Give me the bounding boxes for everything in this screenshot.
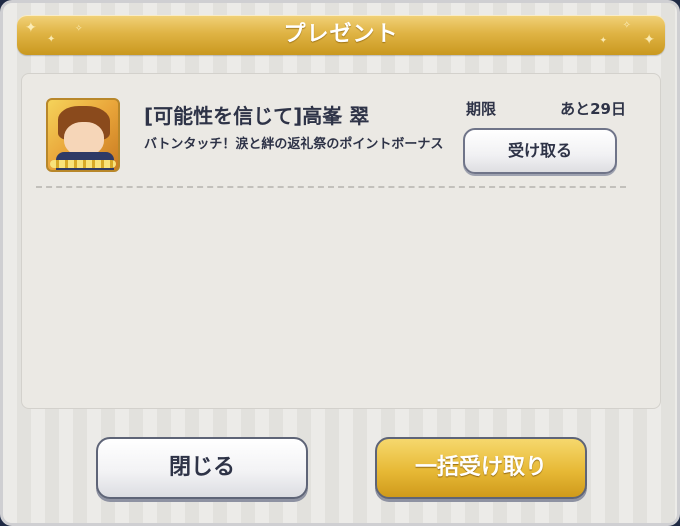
receive-all-button[interactable]: 一括受け取り [375,437,587,499]
present-item: [可能性を信じて]高峯 翠 バトンタッチ！涙と絆の返礼祭のポイントボーナス 期限… [46,98,636,184]
present-list[interactable]: [可能性を信じて]高峯 翠 バトンタッチ！涙と絆の返礼祭のポイントボーナス 期限… [21,73,661,409]
dialog-title: プレゼント [283,22,399,47]
present-dialog: ✦ ✦ ✧ ✦ ✧ ✦ プレゼント [可能性を信じて]高峯 翠 バトンタッチ！涙… [0,0,680,526]
deadline-label: 期限 [466,100,497,118]
dialog-title-bar: ✦ ✦ ✧ ✦ ✧ ✦ プレゼント [17,15,665,55]
item-divider [36,186,626,188]
close-button[interactable]: 閉じる [96,437,308,499]
present-item-name: [可能性を信じて]高峯 翠 [144,104,370,128]
deadline-value: あと29日 [560,100,626,118]
card-thumbnail-image [46,98,120,172]
receive-button[interactable]: 受け取る [463,128,617,174]
present-item-description: バトンタッチ！涙と絆の返礼祭のポイントボーナス [144,137,444,152]
